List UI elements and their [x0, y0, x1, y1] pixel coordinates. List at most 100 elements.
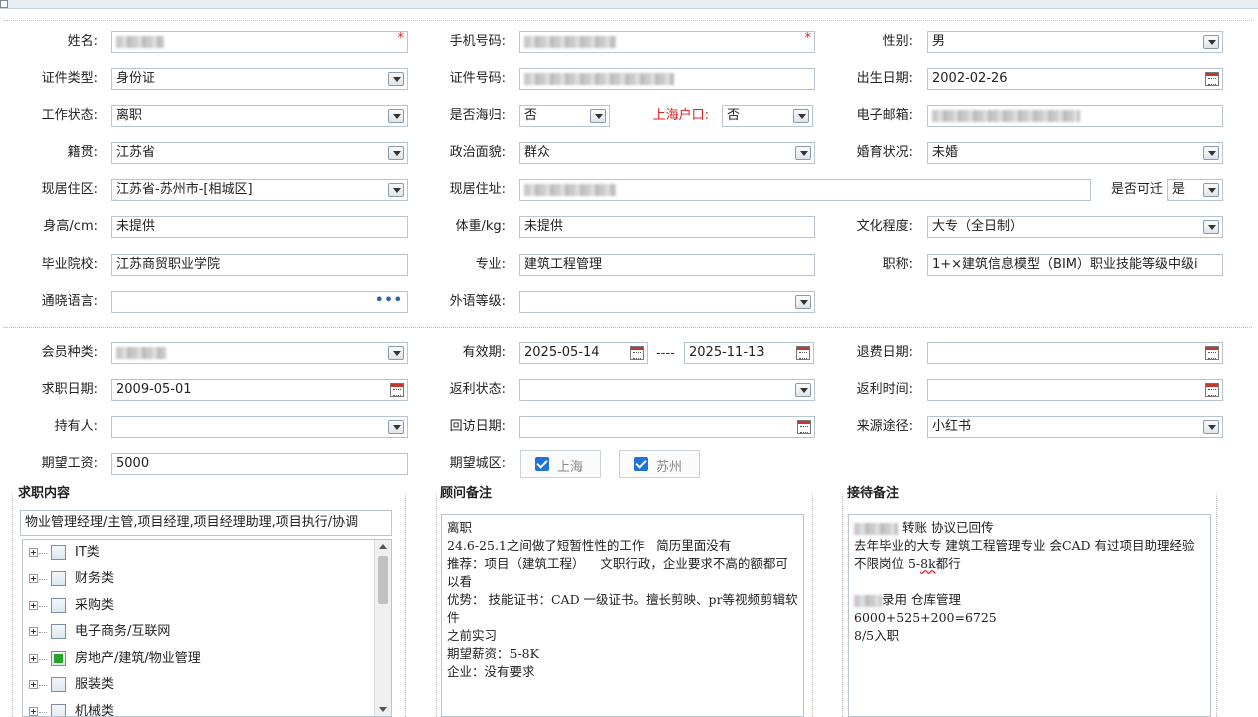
- birth-date-field[interactable]: 2002-02-26: [927, 68, 1223, 90]
- school-field[interactable]: 江苏商贸职业学院: [111, 254, 408, 276]
- member-type-select[interactable]: [111, 342, 408, 364]
- residence-area-select[interactable]: 江苏省-苏州市-[相城区]: [111, 179, 408, 201]
- date-range-separator: ----: [656, 346, 675, 361]
- tree-expand-icon[interactable]: [29, 601, 38, 610]
- checkbox-checked-icon[interactable]: [634, 457, 648, 471]
- divider: [4, 327, 1252, 328]
- job-date-field[interactable]: 2009-05-01: [111, 379, 408, 401]
- birth-value: 2002-02-26: [932, 71, 1008, 86]
- tree-checkbox[interactable]: [51, 598, 66, 613]
- note-line: 6000+525+200=6725: [854, 610, 997, 625]
- tree-expand-icon[interactable]: [29, 680, 38, 689]
- tree-expand-icon[interactable]: [29, 574, 38, 583]
- sh-hukou-select[interactable]: 否: [722, 105, 813, 127]
- dropdown-arrow-icon[interactable]: [1203, 420, 1219, 434]
- calendar-icon[interactable]: [630, 346, 644, 360]
- tree-checkbox[interactable]: [51, 624, 66, 639]
- tree-expand-icon[interactable]: [29, 707, 38, 716]
- window-icon: [0, 0, 8, 8]
- dropdown-arrow-icon[interactable]: [793, 109, 809, 123]
- source-select[interactable]: 小红书: [927, 416, 1223, 438]
- salary-field[interactable]: 5000: [111, 453, 408, 475]
- consultant-notes-textarea[interactable]: 离职 24.6-25.1之间做了短暂性性的工作 简历里面没有 推荐：项目（建筑工…: [441, 514, 804, 717]
- residence-area-value: 江苏省-苏州市-[相城区]: [116, 182, 253, 197]
- marital-select[interactable]: 未婚: [927, 142, 1223, 164]
- gender-select[interactable]: 男: [927, 31, 1223, 53]
- validity-start-field[interactable]: 2025-05-14: [519, 342, 648, 364]
- dropdown-arrow-icon[interactable]: [388, 346, 404, 360]
- city-checkbox-shanghai[interactable]: 上海: [520, 450, 601, 478]
- tree-checkbox[interactable]: [51, 677, 66, 692]
- native-value: 江苏省: [116, 145, 156, 160]
- phone-field[interactable]: *: [519, 31, 815, 53]
- refund-date-field[interactable]: [927, 342, 1223, 364]
- calendar-icon[interactable]: [797, 420, 811, 434]
- tree-checkbox[interactable]: [51, 651, 66, 666]
- dropdown-arrow-icon[interactable]: [388, 72, 404, 86]
- id-type-select[interactable]: 身份证: [111, 68, 408, 90]
- divider: [1216, 494, 1217, 717]
- holder-select[interactable]: [111, 416, 408, 438]
- scroll-down-icon[interactable]: [379, 707, 387, 712]
- scroll-thumb[interactable]: [378, 556, 388, 604]
- title-field[interactable]: 1+×建筑信息模型（BIM）职业技能等级中级i: [927, 254, 1223, 276]
- politics-select[interactable]: 群众: [519, 142, 815, 164]
- language-field[interactable]: •••: [111, 291, 408, 313]
- dropdown-arrow-icon[interactable]: [795, 383, 811, 397]
- job-summary-field[interactable]: 物业管理经理/主管,项目经理,项目经理助理,项目执行/协调: [20, 510, 392, 536]
- checkbox-checked-icon[interactable]: [535, 457, 549, 471]
- work-status-select[interactable]: 离职: [111, 105, 408, 127]
- more-dots-icon[interactable]: •••: [375, 294, 403, 307]
- dropdown-arrow-icon[interactable]: [590, 109, 606, 123]
- returnee-select[interactable]: 否: [519, 105, 610, 127]
- redacted-text: [932, 109, 1080, 122]
- name-field[interactable]: *: [111, 31, 408, 53]
- dropdown-arrow-icon[interactable]: [795, 146, 811, 160]
- validity-start-value: 2025-05-14: [524, 345, 600, 360]
- calendar-icon[interactable]: [1205, 383, 1219, 397]
- tree-scrollbar[interactable]: [374, 540, 391, 716]
- work-status-label: 工作状态:: [41, 108, 98, 123]
- dropdown-arrow-icon[interactable]: [1203, 183, 1219, 197]
- job-date-value: 2009-05-01: [116, 382, 192, 397]
- major-field[interactable]: 建筑工程管理: [519, 254, 815, 276]
- dropdown-arrow-icon[interactable]: [388, 109, 404, 123]
- foreign-level-select[interactable]: [519, 291, 815, 313]
- rebate-status-select[interactable]: [519, 379, 815, 401]
- job-category-tree[interactable]: IT类 财务类 采购类 电子商务/互联网 房地产/建筑/物业管理 服装类 机械类: [22, 539, 392, 717]
- revisit-date-field[interactable]: [519, 416, 815, 438]
- dropdown-arrow-icon[interactable]: [1203, 35, 1219, 49]
- calendar-icon[interactable]: [1205, 72, 1219, 86]
- weight-field[interactable]: 未提供: [519, 216, 815, 238]
- calendar-icon[interactable]: [796, 346, 810, 360]
- reception-notes-textarea[interactable]: 转账 协议已回传 去年毕业的大专 建筑工程管理专业 会CAD 有过项目助理经验 不…: [848, 514, 1211, 717]
- tree-checkbox[interactable]: [51, 704, 66, 716]
- dropdown-arrow-icon[interactable]: [388, 146, 404, 160]
- dropdown-arrow-icon[interactable]: [388, 183, 404, 197]
- tree-expand-icon[interactable]: [29, 654, 38, 663]
- calendar-icon[interactable]: [390, 383, 404, 397]
- city-checkbox-suzhou[interactable]: 苏州: [619, 450, 700, 478]
- height-field[interactable]: 未提供: [111, 216, 408, 238]
- validity-end-field[interactable]: 2025-11-13: [684, 342, 814, 364]
- scroll-up-icon[interactable]: [379, 544, 387, 549]
- email-field[interactable]: [927, 105, 1223, 127]
- education-select[interactable]: 大专（全日制）: [927, 216, 1223, 238]
- dropdown-arrow-icon[interactable]: [388, 420, 404, 434]
- tree-item-label: IT类: [75, 545, 100, 560]
- tree-expand-icon[interactable]: [29, 627, 38, 636]
- dropdown-arrow-icon[interactable]: [1203, 220, 1219, 234]
- tree-checkbox[interactable]: [51, 545, 66, 560]
- marital-label: 婚育状况:: [856, 145, 913, 160]
- id-no-field[interactable]: [519, 68, 815, 90]
- tree-checkbox[interactable]: [51, 571, 66, 586]
- native-select[interactable]: 江苏省: [111, 142, 408, 164]
- calendar-icon[interactable]: [1205, 346, 1219, 360]
- relocate-select[interactable]: 是: [1167, 179, 1223, 201]
- residence-addr-field[interactable]: [519, 179, 1091, 201]
- redacted-text: [524, 35, 616, 48]
- tree-expand-icon[interactable]: [29, 548, 38, 557]
- dropdown-arrow-icon[interactable]: [795, 295, 811, 309]
- rebate-time-field[interactable]: [927, 379, 1223, 401]
- dropdown-arrow-icon[interactable]: [1203, 146, 1219, 160]
